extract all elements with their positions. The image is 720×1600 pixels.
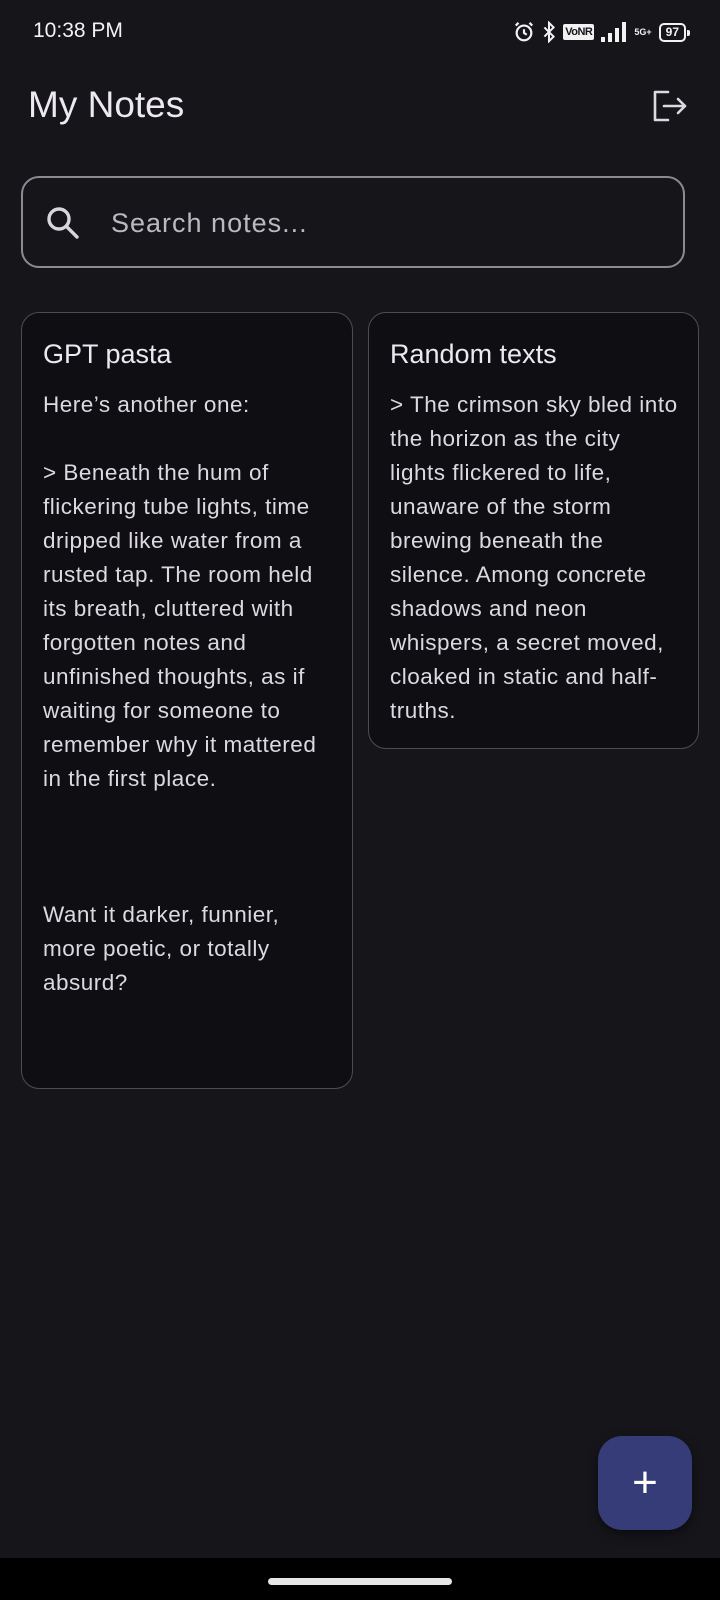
logout-button[interactable] [650, 86, 690, 126]
battery-icon: 97 [658, 22, 691, 42]
vonr-badge: VoNR [563, 24, 595, 40]
add-note-button[interactable]: + [598, 1436, 692, 1530]
status-icons: VoNR 5G+ 97 [513, 19, 691, 45]
note-body: > The crimson sky bled into the horizon … [390, 392, 678, 723]
network-type: 5G+ [634, 26, 652, 37]
note-title: GPT pasta [43, 339, 172, 369]
logout-icon [653, 90, 687, 122]
add-icon: + [632, 1458, 658, 1507]
home-gesture-handle[interactable] [268, 1578, 452, 1585]
note-title: Random texts [390, 339, 557, 369]
note-card[interactable]: GPT pasta Here’s another one: > Beneath … [21, 312, 353, 1089]
search-icon [47, 207, 79, 239]
system-nav-bar [0, 1558, 720, 1600]
status-bar: 10:38 PM VoNR 5G+ 97 [0, 0, 720, 62]
note-body: Here’s another one: > Beneath the hum of… [43, 392, 317, 995]
alarm-icon [513, 21, 535, 43]
page-title: My Notes [28, 84, 185, 125]
search-bar[interactable] [21, 176, 685, 268]
note-card[interactable]: Random texts > The crimson sky bled into… [368, 312, 699, 749]
bluetooth-icon [542, 21, 556, 43]
signal-icon [601, 22, 627, 42]
status-time: 10:38 PM [33, 19, 123, 42]
search-input[interactable] [109, 200, 663, 246]
